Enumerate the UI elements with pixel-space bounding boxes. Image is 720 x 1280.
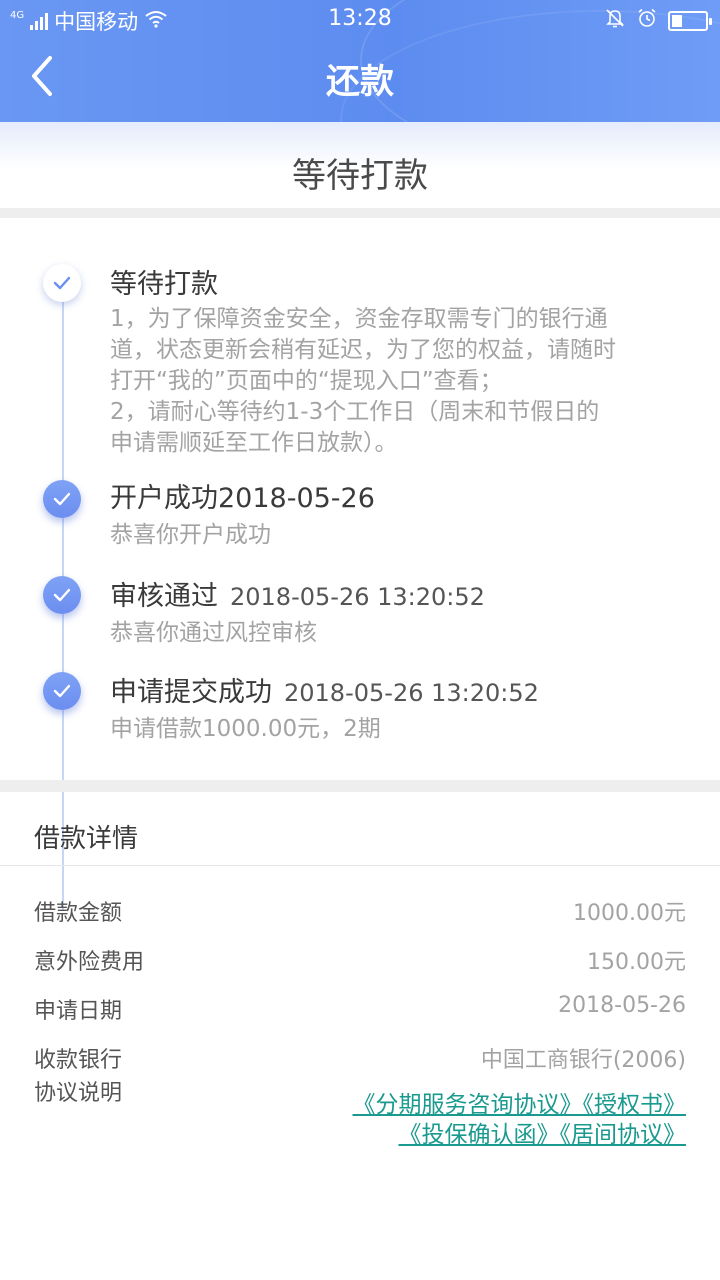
- step-title-text: 等待打款: [110, 269, 218, 300]
- progress-timeline: 等待打款 1，为了保障资金安全，资金存取需专门的银行通 道，状态更新会稍有延迟，…: [0, 218, 720, 910]
- row-label-agreements: 协议说明: [34, 1081, 123, 1106]
- step-title-text: 申请提交成功: [110, 677, 272, 708]
- bell-muted-icon: [604, 7, 626, 35]
- step-title-text: 审核通过: [110, 581, 218, 612]
- step-time: 2018-05-26 13:20:52: [230, 583, 485, 611]
- row-value-bank: 中国工商银行(2006): [480, 1048, 686, 1073]
- step-description: 1，为了保障资金安全，资金存取需专门的银行通 道，状态更新会稍有延迟，为了您的权…: [110, 304, 682, 459]
- step-description: 申请借款1000.00元，2期: [110, 714, 682, 745]
- check-icon: [43, 264, 81, 302]
- battery-level: [672, 15, 682, 27]
- section-divider: [0, 780, 720, 792]
- row-label-date: 申请日期: [34, 999, 123, 1024]
- alarm-icon: [636, 7, 658, 35]
- agreement-links: 《分期服务咨询协议》《授权书》《投保确认函》《居间协议》: [206, 1090, 687, 1150]
- agreement-link-intermediary[interactable]: 《居间协议》: [560, 1122, 687, 1148]
- desc-line: 道，状态更新会稍有延迟，为了您的权益，请随时: [110, 337, 616, 363]
- row-value-amount: 1000.00元: [573, 901, 686, 926]
- desc-line: 恭喜你开户成功: [110, 522, 271, 548]
- desc-line: 1，为了保障资金安全，资金存取需专门的银行通: [110, 306, 608, 332]
- step-title: 开户成功2018-05-26: [110, 476, 375, 515]
- details-divider: [0, 865, 720, 866]
- page-title: 还款: [326, 62, 394, 102]
- step-title: 审核通过 2018-05-26 13:20:52: [110, 574, 485, 613]
- status-bar: 4G 中国移动 13:28: [0, 0, 720, 38]
- desc-line: 申请借款1000.00元，2期: [110, 716, 381, 742]
- row-label-bank: 收款银行: [34, 1048, 123, 1073]
- desc-line: 恭喜你通过风控审核: [110, 620, 317, 646]
- check-icon: [43, 576, 81, 614]
- row-label-insurance: 意外险费用: [34, 950, 145, 975]
- status-header-text: 等待打款: [292, 156, 428, 196]
- section-divider: [0, 208, 720, 218]
- check-icon: [43, 480, 81, 518]
- status-bar-right: [604, 7, 712, 35]
- desc-line: 申请需顺延至工作日放款）。: [110, 430, 398, 456]
- step-title: 等待打款: [110, 262, 218, 301]
- check-icon: [43, 672, 81, 710]
- agreement-link-installment-service[interactable]: 《分期服务咨询协议》: [353, 1092, 583, 1118]
- step-description: 恭喜你通过风控审核: [110, 618, 682, 649]
- desc-line: 2，请耐心等待约1-3个工作日（周末和节假日的: [110, 399, 600, 425]
- step-description: 恭喜你开户成功: [110, 520, 682, 551]
- step-title-text: 开户成功2018-05-26: [110, 483, 375, 514]
- agreement-link-authorization[interactable]: 《授权书》: [583, 1092, 687, 1118]
- row-value-date: 2018-05-26: [558, 993, 686, 1018]
- step-title: 申请提交成功 2018-05-26 13:20:52: [110, 670, 539, 709]
- desc-line: 打开“我的”页面中的“提现入口”查看；: [110, 368, 503, 394]
- details-title: 借款详情: [34, 824, 139, 854]
- step-time: 2018-05-26 13:20:52: [284, 679, 539, 707]
- battery-icon: [668, 11, 712, 31]
- status-header: 等待打款: [0, 122, 720, 208]
- row-label-amount: 借款金额: [34, 901, 123, 926]
- agreement-link-insurance-confirmation[interactable]: 《投保确认函》: [399, 1122, 560, 1148]
- row-value-insurance: 150.00元: [587, 950, 686, 975]
- app-header: 4G 中国移动 13:28 还款: [0, 0, 720, 122]
